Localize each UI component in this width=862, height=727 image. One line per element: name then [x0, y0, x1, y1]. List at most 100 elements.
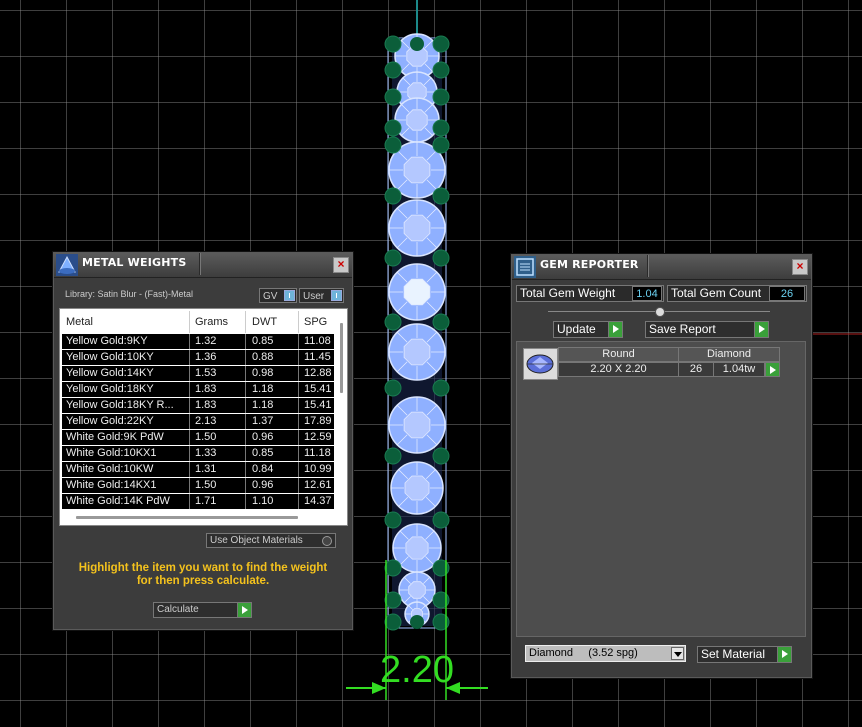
prong	[432, 187, 450, 205]
prong	[384, 511, 402, 529]
library-label: Library: Satin Blur - (Fast)-Metal	[65, 289, 194, 299]
user-toggle-label: User	[303, 291, 325, 302]
metal-cell: White Gold:9K PdW	[66, 431, 164, 443]
table-horizontal-scrollbar[interactable]	[76, 516, 298, 519]
table-row[interactable]: White Gold:14K PdW 1.71 1.10 14.37	[62, 494, 334, 509]
user-toggle[interactable]: User	[299, 288, 344, 303]
dwt-cell: 0.88	[252, 351, 274, 363]
dwt-cell: 0.96	[252, 431, 274, 443]
dwt-cell: 1.10	[252, 495, 274, 507]
save-report-button[interactable]: Save Report	[645, 321, 769, 338]
grams-cell: 1.32	[195, 335, 217, 347]
prong	[384, 119, 402, 137]
gem-row-go-button[interactable]	[765, 362, 780, 377]
table-row[interactable]: White Gold:10KX1 1.33 0.85 11.18	[62, 446, 334, 461]
table-row[interactable]: Yellow Gold:18KY 1.83 1.18 15.41	[62, 382, 334, 397]
prong	[432, 35, 450, 53]
gem-reporter-close-icon[interactable]: ×	[792, 259, 808, 275]
chevron-down-icon[interactable]	[671, 647, 684, 660]
help-text: Highlight the item you want to find the …	[64, 562, 342, 588]
gem-row[interactable]: Round Diamond 2.20 X 2.20 26 1.04tw	[521, 346, 791, 380]
metal-weights-titlebar[interactable]: METAL WEIGHTS ×	[54, 253, 352, 278]
set-material-button[interactable]: Set Material	[697, 646, 792, 663]
column-header-metal[interactable]: Metal	[66, 316, 93, 328]
slider-knob-icon[interactable]	[655, 307, 665, 317]
table-row[interactable]: Yellow Gold:9KY 1.32 0.85 11.08	[62, 334, 334, 349]
update-label: Update	[557, 322, 596, 336]
dwt-cell: 0.85	[252, 447, 274, 459]
material-select[interactable]: Diamond (3.52 spg)	[525, 645, 686, 662]
prong	[384, 187, 402, 205]
table-row[interactable]: White Gold:9K PdW 1.50 0.96 12.59	[62, 430, 334, 445]
metal-cell: White Gold:10KW	[66, 463, 154, 475]
table-row[interactable]: Yellow Gold:14KY 1.53 0.98 12.88	[62, 366, 334, 381]
grams-cell: 2.13	[195, 415, 217, 427]
save-report-go-icon	[754, 322, 768, 337]
dwt-cell: 1.18	[252, 399, 274, 411]
gem-material-cell: Diamond	[678, 347, 780, 362]
prong	[410, 615, 424, 629]
gem-list-area[interactable]: Round Diamond 2.20 X 2.20 26 1.04tw	[516, 341, 806, 637]
dwt-cell: 0.98	[252, 367, 274, 379]
gv-toggle-indicator-icon	[284, 290, 295, 301]
metal-cell: Yellow Gold:9KY	[66, 335, 148, 347]
update-button[interactable]: Update	[553, 321, 623, 338]
gem-reporter-panel: GEM REPORTER × Total Gem Weight 1.04 Tot…	[511, 254, 812, 678]
gv-toggle[interactable]: GV	[259, 288, 297, 303]
prong	[432, 249, 450, 267]
calculate-label: Calculate	[157, 604, 199, 615]
gem-table-facet	[403, 338, 431, 366]
gem-thumbnail	[523, 348, 558, 380]
prong	[384, 61, 402, 79]
metal-cell: Yellow Gold:18KY	[66, 383, 154, 395]
gem-band	[384, 33, 450, 631]
table-vertical-scrollbar[interactable]	[340, 323, 343, 393]
grams-cell: 1.31	[195, 463, 217, 475]
calculate-button[interactable]: Calculate	[153, 602, 252, 618]
metal-weights-close-icon[interactable]: ×	[333, 257, 349, 273]
metal-cell: Yellow Gold:10KY	[66, 351, 154, 363]
gem-size-cell: 2.20 X 2.20	[558, 362, 679, 377]
table-row[interactable]: Yellow Gold:10KY 1.36 0.88 11.45	[62, 350, 334, 365]
spg-cell: 11.08	[304, 335, 331, 347]
spg-cell: 12.61	[304, 479, 332, 491]
spg-cell: 14.37	[304, 495, 332, 507]
table-row[interactable]: Yellow Gold:18KY R... 1.83 1.18 15.41	[62, 398, 334, 413]
gem-table-facet	[405, 536, 429, 560]
metal-cell: White Gold:10KX1	[66, 447, 157, 459]
gem-table-facet	[404, 475, 430, 501]
gem-table-facet	[403, 411, 431, 439]
gem-reporter-titlebar[interactable]: GEM REPORTER ×	[512, 255, 811, 280]
metal-weights-table[interactable]: Metal Grams DWT SPG Yellow Gold:9KY 1.32 0…	[59, 308, 348, 526]
table-row[interactable]: White Gold:14KX1 1.50 0.96 12.61	[62, 478, 334, 493]
panel-divider-slider[interactable]	[548, 307, 770, 317]
grams-cell: 1.50	[195, 479, 217, 491]
column-header-spg[interactable]: SPG	[304, 316, 327, 328]
prong	[432, 379, 450, 397]
gem-table-facet	[408, 581, 426, 599]
grams-cell: 1.83	[195, 399, 217, 411]
prong	[384, 591, 402, 609]
metal-weights-logo-icon	[56, 254, 78, 276]
metal-weights-title: METAL WEIGHTS	[82, 256, 187, 269]
round-diamond-icon	[526, 354, 554, 374]
use-object-materials-toggle[interactable]: Use Object Materials	[206, 533, 336, 548]
dwt-cell: 0.85	[252, 335, 274, 347]
calculate-go-icon	[237, 603, 251, 617]
metal-cell: White Gold:14K PdW	[66, 495, 170, 507]
material-select-value: Diamond (3.52 spg)	[529, 647, 638, 659]
column-header-dwt[interactable]: DWT	[252, 316, 277, 328]
save-report-label: Save Report	[649, 322, 716, 336]
gem-reporter-title: GEM REPORTER	[540, 258, 639, 271]
table-header: Metal Grams DWT SPG	[62, 311, 334, 333]
table-row[interactable]: Yellow Gold:22KY 2.13 1.37 17.89	[62, 414, 334, 429]
total-gem-weight-value: 1.04	[632, 286, 662, 301]
prong	[432, 447, 450, 465]
column-header-grams[interactable]: Grams	[195, 316, 228, 328]
prong	[384, 35, 402, 53]
total-gem-count-value: 26	[769, 286, 805, 301]
total-gem-weight-label: Total Gem Weight	[520, 286, 616, 300]
grams-cell: 1.33	[195, 447, 217, 459]
grams-cell: 1.53	[195, 367, 217, 379]
table-row[interactable]: White Gold:10KW 1.31 0.84 10.99	[62, 462, 334, 477]
